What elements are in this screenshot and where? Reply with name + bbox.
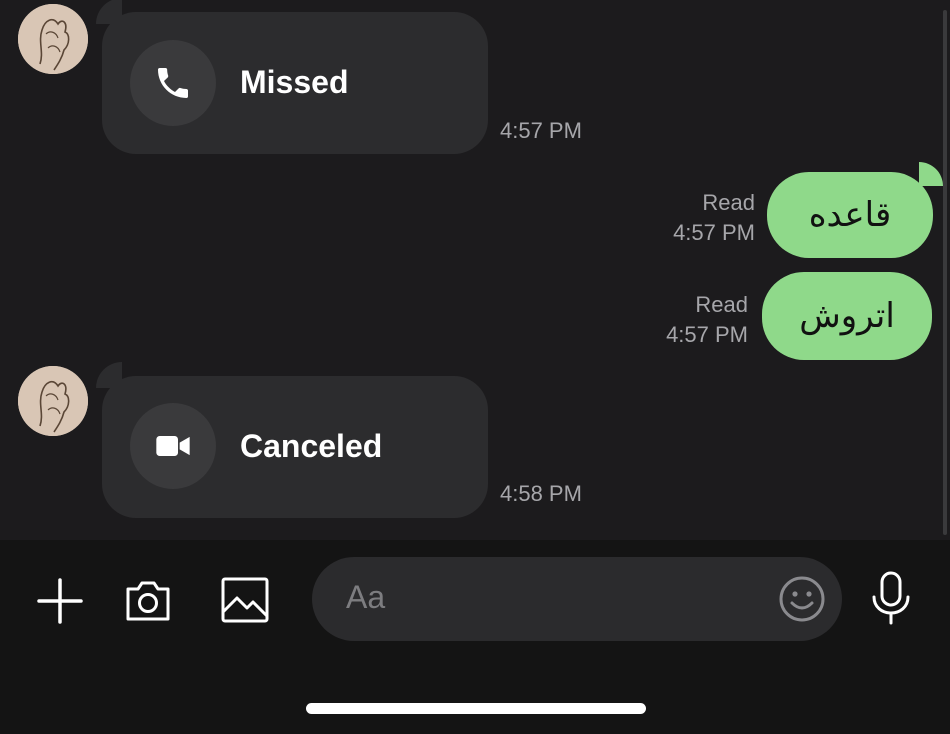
read-status: Read bbox=[702, 190, 755, 215]
message-timestamp: 4:57 PM bbox=[666, 322, 748, 347]
avatar[interactable] bbox=[18, 4, 88, 74]
avatar-sketch-icon bbox=[18, 366, 88, 436]
avatar-sketch-icon bbox=[18, 4, 88, 74]
message-text: اتروش bbox=[799, 296, 895, 336]
call-status-label: Missed bbox=[240, 64, 349, 100]
home-indicator[interactable] bbox=[306, 703, 646, 714]
camera-icon[interactable] bbox=[122, 574, 174, 626]
read-receipt: Read 4:57 PM bbox=[612, 290, 748, 350]
scrollbar[interactable] bbox=[943, 10, 947, 535]
outgoing-message-bubble[interactable]: قاعده bbox=[767, 162, 943, 258]
avatar[interactable] bbox=[18, 366, 88, 436]
message-timestamp: 4:57 PM bbox=[673, 220, 755, 245]
call-status-label: Canceled bbox=[240, 428, 383, 464]
message-timestamp: 4:57 PM bbox=[500, 118, 582, 143]
emoji-icon[interactable] bbox=[778, 575, 826, 623]
outgoing-message-bubble[interactable]: اتروش bbox=[762, 272, 932, 360]
microphone-icon[interactable] bbox=[868, 570, 914, 626]
message-input-placeholder: Aa bbox=[346, 579, 386, 615]
message-timestamp: 4:58 PM bbox=[500, 481, 582, 506]
plus-icon[interactable] bbox=[34, 575, 86, 627]
message-text: قاعده bbox=[808, 195, 892, 235]
video-camera-icon bbox=[130, 403, 216, 489]
canceled-call-bubble[interactable]: Canceled bbox=[96, 362, 488, 518]
phone-icon bbox=[130, 40, 216, 126]
missed-call-bubble[interactable]: Missed bbox=[96, 0, 488, 154]
image-icon[interactable] bbox=[219, 573, 271, 627]
read-status: Read bbox=[695, 292, 748, 317]
message-thread[interactable]: Missed 4:57 PM Read 4:57 PM قاعده Read 4… bbox=[0, 0, 950, 540]
message-input[interactable]: Aa bbox=[312, 557, 842, 641]
read-receipt: Read 4:57 PM bbox=[620, 188, 755, 248]
